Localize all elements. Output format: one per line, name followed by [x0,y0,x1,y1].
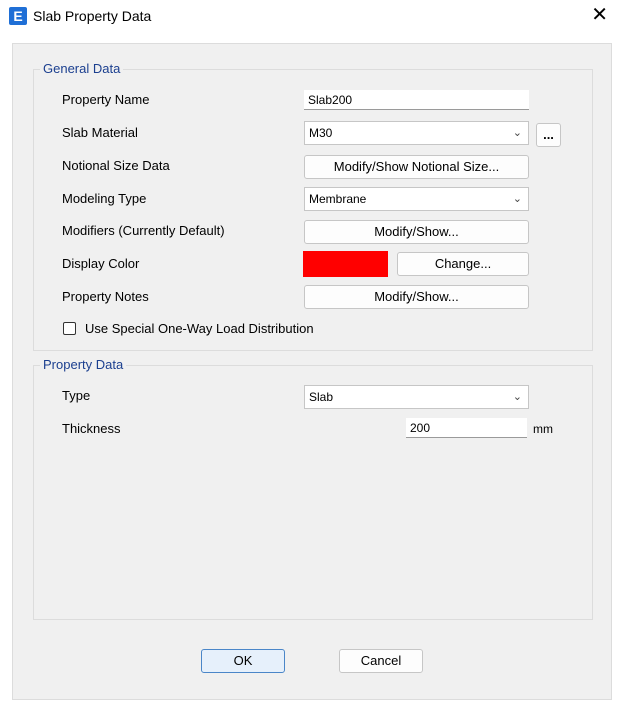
modifiers-button[interactable]: Modify/Show... [304,220,529,244]
app-icon: E [9,7,27,25]
thickness-unit: mm [533,422,553,436]
thickness-label: Thickness [62,421,121,436]
general-data-title: General Data [40,61,124,76]
property-name-label: Property Name [62,92,150,107]
property-data-title: Property Data [40,357,127,372]
modeling-type-label: Modeling Type [62,191,147,206]
general-data-group: General Data Property Name Slab200 Slab … [33,61,593,351]
change-color-button[interactable]: Change... [397,252,529,276]
one-way-load-label: Use Special One-Way Load Distribution [85,321,314,336]
close-icon[interactable]: ✕ [591,5,608,25]
dialog-body: General Data Property Name Slab200 Slab … [12,43,612,700]
slab-material-label: Slab Material [62,125,138,140]
cancel-button[interactable]: Cancel [339,649,423,673]
modeling-type-dropdown[interactable]: Membrane ⌄ [304,187,529,211]
type-value: Slab [309,390,334,404]
one-way-load-checkbox[interactable] [63,322,76,335]
chevron-down-icon: ⌄ [512,127,522,139]
property-name-input[interactable]: Slab200 [304,90,529,110]
slab-material-value: M30 [309,126,333,140]
window-title: Slab Property Data [33,8,152,24]
property-notes-label: Property Notes [62,289,149,304]
title-bar: E Slab Property Data ✕ [0,0,622,33]
display-color-swatch [303,251,388,277]
notional-size-label: Notional Size Data [62,158,170,173]
property-notes-button[interactable]: Modify/Show... [304,285,529,309]
slab-material-dropdown[interactable]: M30 ⌄ [304,121,529,145]
chevron-down-icon: ⌄ [512,391,522,403]
modifiers-label: Modifiers (Currently Default) [62,223,225,238]
display-color-label: Display Color [62,256,140,271]
type-dropdown[interactable]: Slab ⌄ [304,385,529,409]
thickness-input[interactable]: 200 [406,418,527,438]
ok-button[interactable]: OK [201,649,285,673]
notional-size-button[interactable]: Modify/Show Notional Size... [304,155,529,179]
chevron-down-icon: ⌄ [512,193,522,205]
property-data-group: Property Data Type Slab ⌄ Thickness 200 … [33,357,593,620]
modeling-type-value: Membrane [309,192,367,206]
type-label: Type [62,388,91,403]
material-more-button[interactable]: ... [536,123,561,147]
